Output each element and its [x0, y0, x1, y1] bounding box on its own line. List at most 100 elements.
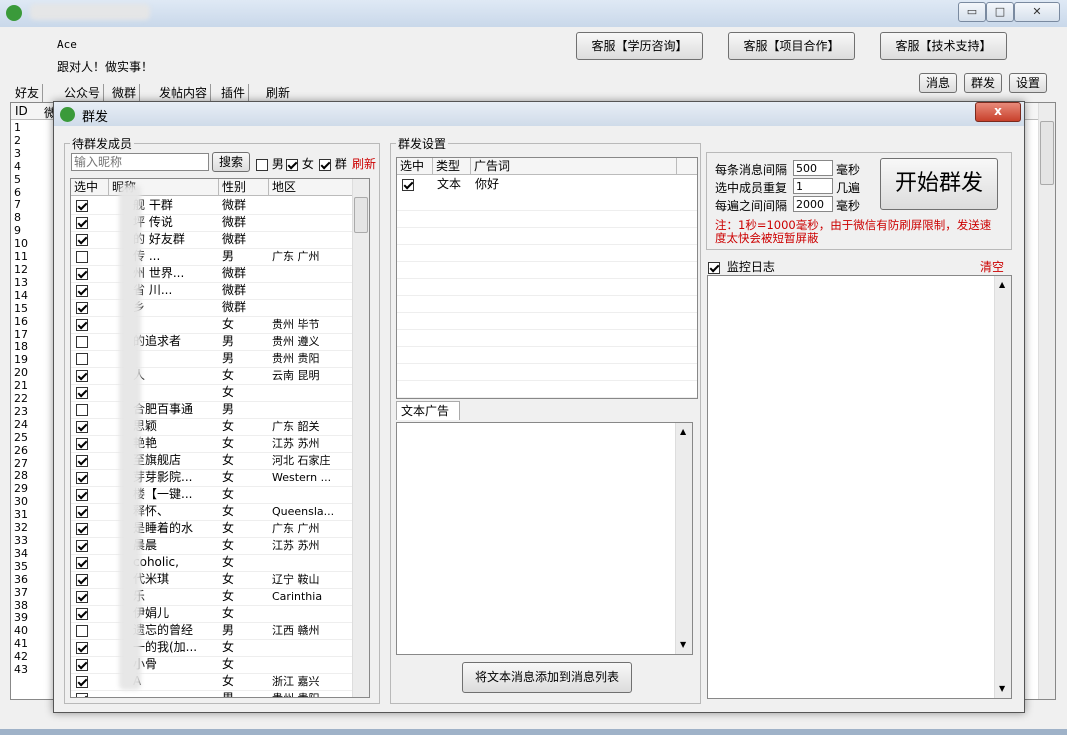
text-ad-textarea[interactable]: ▲ ▼	[396, 422, 693, 655]
member-row[interactable]: 传 ... 男广东 广州	[71, 248, 354, 266]
member-checkbox[interactable]	[76, 522, 88, 535]
messages-button[interactable]: 消息	[919, 73, 957, 93]
nickname-search-input[interactable]	[71, 153, 209, 171]
tab-plugins[interactable]: 插件	[218, 84, 250, 102]
member-row[interactable]: 一的我(加... 女	[71, 639, 354, 657]
member-checkbox[interactable]	[76, 641, 88, 654]
members-scrollbar[interactable]	[352, 179, 369, 697]
member-checkbox[interactable]	[76, 556, 88, 569]
ad-row[interactable]: 文本 你好	[397, 176, 697, 193]
filter-group-checkbox[interactable]	[319, 158, 331, 171]
col-selected[interactable]: 选中	[71, 179, 109, 195]
member-checkbox[interactable]	[76, 505, 88, 518]
member-row[interactable]: 省 川... 微群	[71, 282, 354, 300]
main-scroll-thumb[interactable]	[1040, 121, 1054, 185]
member-row[interactable]: 伊娟儿女	[71, 605, 354, 623]
close-button[interactable]: ✕	[1014, 2, 1060, 22]
member-row[interactable]: 坪 传说 微群	[71, 214, 354, 232]
ad-row-checkbox[interactable]	[402, 178, 414, 191]
member-checkbox[interactable]	[76, 250, 88, 263]
member-row[interactable]: 女	[71, 384, 354, 402]
log-scrollbar[interactable]: ▲ ▼	[994, 276, 1011, 698]
member-checkbox[interactable]	[76, 352, 88, 365]
member-checkbox[interactable]	[76, 301, 88, 314]
member-checkbox[interactable]	[76, 539, 88, 552]
member-row[interactable]: A女浙江 嘉兴	[71, 673, 354, 691]
log-scroll-down-icon[interactable]: ▼	[999, 684, 1005, 693]
log-scroll-up-icon[interactable]: ▲	[999, 280, 1005, 289]
minimize-button[interactable]: ▭	[958, 2, 986, 22]
filter-male[interactable]: 男	[256, 155, 284, 172]
member-checkbox[interactable]	[76, 369, 88, 382]
member-checkbox[interactable]	[76, 267, 88, 280]
clear-log-link[interactable]: 清空	[980, 258, 1004, 275]
member-row[interactable]: 代米琪女辽宁 鞍山	[71, 571, 354, 589]
round-input[interactable]	[793, 196, 833, 212]
maximize-button[interactable]: □	[986, 2, 1014, 22]
col-region[interactable]: 地区	[269, 179, 354, 195]
log-toggle[interactable]: 监控日志	[708, 258, 775, 275]
member-checkbox[interactable]	[76, 199, 88, 212]
tab-refresh[interactable]: 刷新	[263, 84, 293, 102]
member-checkbox[interactable]	[76, 233, 88, 246]
member-row[interactable]: 的 好友群 微群	[71, 231, 354, 249]
member-row[interactable]: 晨晨女江苏 苏州	[71, 537, 354, 555]
member-row[interactable]: 芽芽影院... 女 Western ...	[71, 469, 354, 487]
member-row[interactable]: 乐女Carinthia	[71, 588, 354, 606]
member-checkbox[interactable]	[76, 403, 88, 416]
col-gender[interactable]: 性别	[219, 179, 269, 195]
col-ad-type[interactable]: 类型	[433, 158, 471, 174]
log-checkbox[interactable]	[708, 261, 720, 274]
add-to-message-list-button[interactable]: 将文本消息添加到消息列表	[462, 662, 632, 693]
members-scroll-thumb[interactable]	[354, 197, 368, 233]
scroll-up-icon[interactable]: ▲	[680, 427, 686, 436]
member-checkbox[interactable]	[76, 335, 88, 348]
tab-text-ad[interactable]: 文本广告	[396, 401, 460, 420]
col-ad-text[interactable]: 广告词	[471, 158, 677, 174]
service-cooperation-button[interactable]: 客服【项目合作】	[728, 32, 855, 60]
member-checkbox[interactable]	[76, 471, 88, 484]
member-checkbox[interactable]	[76, 607, 88, 620]
tab-micro-groups[interactable]: 微群	[109, 84, 141, 102]
member-row[interactable]: 楼【一键... 女	[71, 486, 354, 504]
member-checkbox[interactable]	[76, 284, 88, 297]
member-checkbox[interactable]	[76, 437, 88, 450]
member-checkbox[interactable]	[76, 573, 88, 586]
member-row[interactable]: 释怀、女 Queensla...	[71, 503, 354, 521]
member-row[interactable]: 女 贵州 毕节	[71, 316, 354, 334]
filter-male-checkbox[interactable]	[256, 158, 268, 171]
member-row[interactable]: 遗忘的曾经 男 江西 赣州	[71, 622, 354, 640]
dialog-close-button[interactable]: x	[975, 102, 1021, 122]
member-checkbox[interactable]	[76, 624, 88, 637]
filter-female[interactable]: 女	[286, 155, 314, 172]
member-row[interactable]: 是睡着的水 女 广东 广州	[71, 520, 354, 538]
filter-female-checkbox[interactable]	[286, 158, 298, 171]
member-checkbox[interactable]	[76, 420, 88, 433]
member-checkbox[interactable]	[76, 590, 88, 603]
member-row[interactable]: 州 世界... 微群	[71, 265, 354, 283]
member-row[interactable]: 合肥百事通 男	[71, 401, 354, 419]
member-row[interactable]: 人女云南 昆明	[71, 367, 354, 385]
search-button[interactable]: 搜索	[212, 152, 250, 172]
member-checkbox[interactable]	[76, 675, 88, 688]
text-ad-scrollbar[interactable]: ▲ ▼	[675, 423, 692, 654]
member-row[interactable]: 舰 干群 微群	[71, 197, 354, 215]
settings-button[interactable]: 设置	[1009, 73, 1047, 93]
member-checkbox[interactable]	[76, 692, 88, 697]
interval-input[interactable]	[793, 160, 833, 176]
member-row[interactable]: 男 贵州 贵阳	[71, 690, 354, 697]
scroll-down-icon[interactable]: ▼	[680, 640, 686, 649]
member-checkbox[interactable]	[76, 386, 88, 399]
member-checkbox[interactable]	[76, 488, 88, 501]
member-row[interactable]: 乡微群	[71, 299, 354, 317]
member-checkbox[interactable]	[76, 658, 88, 671]
start-mass-send-button[interactable]: 开始群发	[880, 158, 998, 210]
member-row[interactable]: 的追求者男贵州 遵义	[71, 333, 354, 351]
repeat-input[interactable]	[793, 178, 833, 194]
mass-send-button[interactable]: 群发	[964, 73, 1002, 93]
member-row[interactable]: 思颖女广东 韶关	[71, 418, 354, 436]
member-row[interactable]: 至旗舰店女河北 石家庄	[71, 452, 354, 470]
log-textarea[interactable]: ▲ ▼	[707, 275, 1012, 699]
tab-post-content[interactable]: 发帖内容	[156, 84, 212, 102]
service-education-button[interactable]: 客服【学历咨询】	[576, 32, 703, 60]
